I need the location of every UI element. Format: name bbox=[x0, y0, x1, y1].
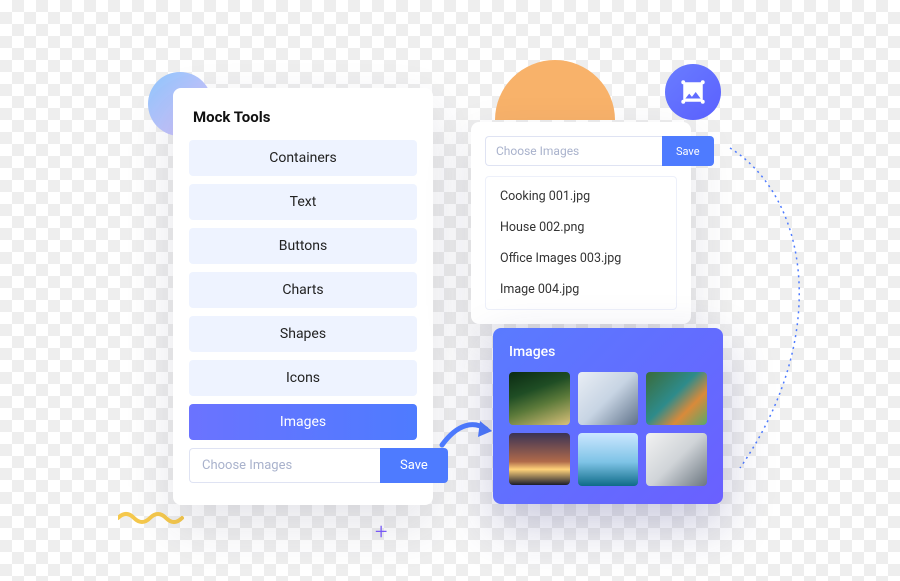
file-option[interactable]: Cooking 001.jpg bbox=[486, 181, 676, 212]
image-chooser-top: Save bbox=[485, 136, 677, 166]
image-chooser-dropdown: Save Cooking 001.jpgHouse 002.pngOffice … bbox=[471, 122, 691, 324]
choose-images-input[interactable] bbox=[189, 448, 380, 483]
thumb-office-meeting[interactable] bbox=[646, 433, 707, 486]
file-option[interactable]: Image 004.jpg bbox=[486, 274, 676, 305]
file-option[interactable]: House 002.png bbox=[486, 212, 676, 243]
mock-tools-title: Mock Tools bbox=[189, 108, 417, 126]
image-crop-icon bbox=[680, 79, 706, 105]
thumb-sunset-horizon[interactable] bbox=[509, 433, 570, 486]
deco-wave bbox=[118, 510, 188, 526]
gallery-title: Images bbox=[509, 344, 707, 360]
edit-badge bbox=[665, 64, 721, 120]
tool-images[interactable]: Images bbox=[189, 404, 417, 440]
deco-plus-icon: + bbox=[375, 520, 387, 545]
mock-tools-panel: Mock Tools Containers Text Buttons Charts Sh… bbox=[173, 88, 433, 505]
tool-containers[interactable]: Containers bbox=[189, 140, 417, 176]
choose-images-input[interactable] bbox=[485, 136, 662, 166]
thumb-business-people[interactable] bbox=[578, 372, 639, 425]
thumb-seascape-clouds[interactable] bbox=[578, 433, 639, 486]
deco-connector-line bbox=[720, 138, 840, 478]
tool-charts[interactable]: Charts bbox=[189, 272, 417, 308]
tool-buttons[interactable]: Buttons bbox=[189, 228, 417, 264]
file-option[interactable]: Office Images 003.jpg bbox=[486, 243, 676, 274]
tool-text[interactable]: Text bbox=[189, 184, 417, 220]
image-chooser-left: Save bbox=[189, 448, 417, 483]
thumb-kingfisher-bird[interactable] bbox=[646, 372, 707, 425]
file-list: Cooking 001.jpgHouse 002.pngOffice Image… bbox=[485, 176, 677, 310]
thumb-forest-bridge[interactable] bbox=[509, 372, 570, 425]
save-button[interactable]: Save bbox=[662, 136, 714, 166]
tool-shapes[interactable]: Shapes bbox=[189, 316, 417, 352]
tool-icons[interactable]: Icons bbox=[189, 360, 417, 396]
flow-arrow-icon bbox=[438, 415, 496, 455]
images-gallery-panel: Images bbox=[493, 328, 723, 504]
deco-sun-shape bbox=[495, 60, 615, 120]
